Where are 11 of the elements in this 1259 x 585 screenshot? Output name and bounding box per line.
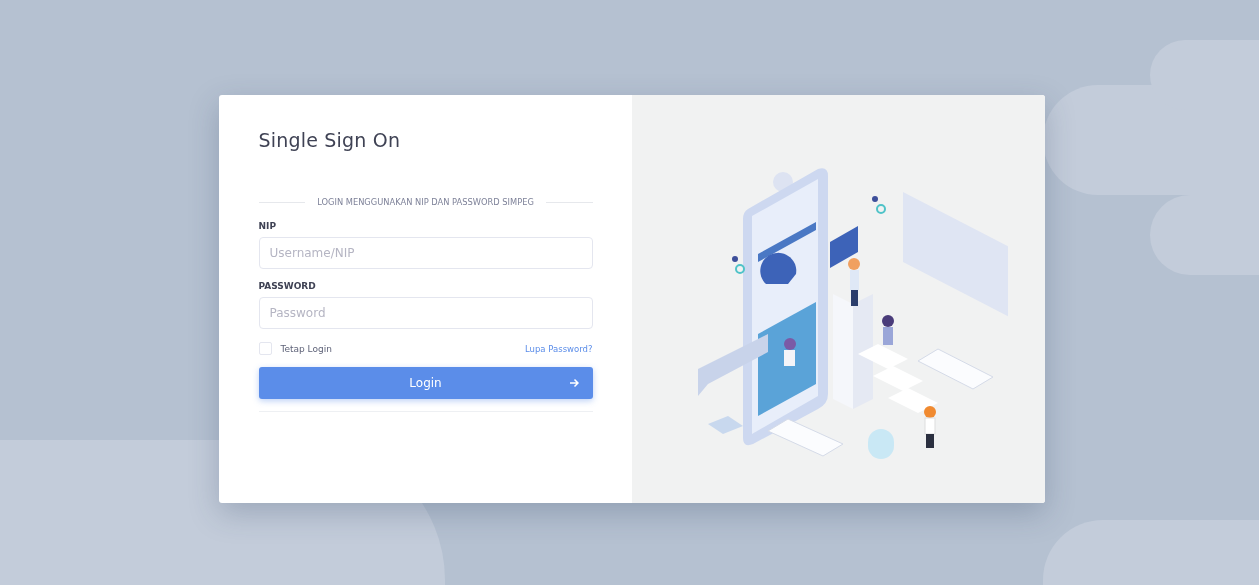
forgot-password-link[interactable]: Lupa Password? [525,343,593,354]
arrow-icon [568,378,579,388]
login-title: Single Sign On [258,129,402,151]
field-label: NIP [258,221,277,231]
divider-text: LOGIN MENGGUNAKAN NIP DAN PASSWORD SIMPEG [317,197,534,207]
checkbox-label: Tetap Login [280,343,332,354]
field-label: PASSWORD [258,281,317,291]
checkbox[interactable] [258,342,272,355]
input-field[interactable]: Username/NIP [258,237,593,269]
input-field[interactable]: Password [258,297,593,329]
login-button[interactable]: Login [258,367,593,399]
